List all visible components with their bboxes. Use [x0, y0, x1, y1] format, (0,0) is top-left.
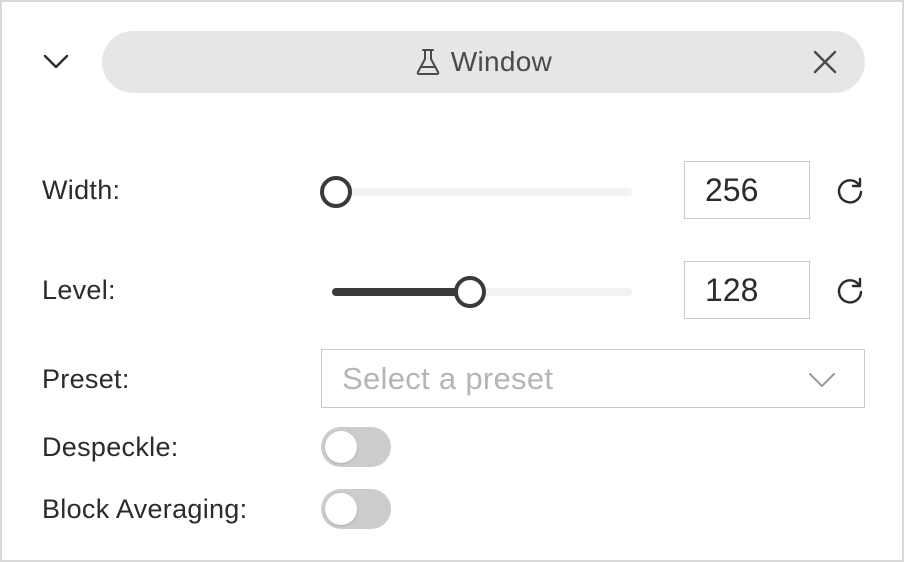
level-input[interactable]	[684, 261, 810, 319]
section-header: Window	[102, 31, 865, 93]
preset-select[interactable]: Select a preset	[321, 349, 865, 408]
close-button[interactable]	[807, 44, 843, 80]
header-title-group: Window	[415, 46, 552, 78]
level-reset-button[interactable]	[832, 274, 868, 310]
block-averaging-toggle-knob	[325, 493, 357, 525]
block-averaging-label: Block Averaging:	[42, 494, 248, 524]
window-panel: Window Width: Level: Pre	[0, 0, 904, 562]
block-averaging-toggle[interactable]	[321, 489, 391, 529]
width-input[interactable]	[684, 161, 810, 219]
chevron-down-icon	[809, 373, 835, 387]
reset-icon	[837, 277, 863, 304]
reset-icon	[837, 177, 863, 204]
level-label: Level:	[42, 275, 116, 305]
width-slider-track	[332, 188, 632, 196]
width-slider[interactable]	[320, 172, 632, 212]
level-slider-fill	[332, 288, 470, 296]
level-slider[interactable]	[320, 272, 632, 312]
despeckle-toggle[interactable]	[321, 427, 391, 467]
flask-icon	[416, 49, 440, 75]
width-slider-thumb[interactable]	[320, 176, 352, 208]
close-icon	[813, 50, 837, 74]
despeckle-toggle-knob	[325, 431, 357, 463]
chevron-down-icon	[43, 54, 69, 69]
width-reset-button[interactable]	[832, 174, 868, 210]
width-label: Width:	[42, 175, 121, 205]
preset-placeholder: Select a preset	[342, 360, 554, 396]
level-slider-thumb[interactable]	[454, 276, 486, 308]
header-title: Window	[450, 46, 553, 77]
collapse-button[interactable]	[36, 42, 76, 82]
despeckle-label: Despeckle:	[42, 432, 179, 462]
preset-label: Preset:	[42, 364, 130, 394]
